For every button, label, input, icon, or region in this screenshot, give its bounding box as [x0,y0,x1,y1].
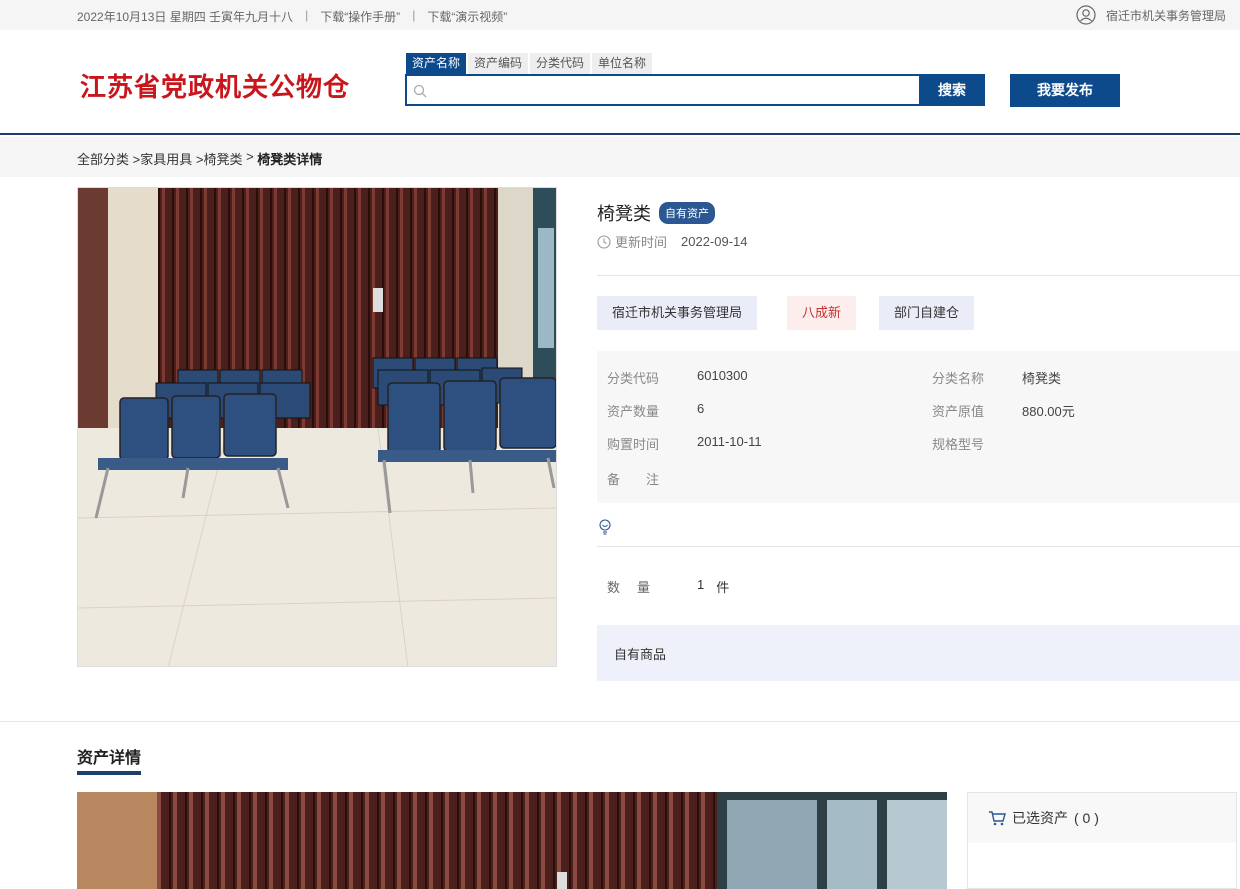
breadcrumb-current: 椅凳类详情 [257,152,323,167]
tag-warehouse: 部门自建仓 [879,296,975,330]
search-tabs: 资产名称 资产编码 分类代码 单位名称 [406,53,653,74]
download-manual-link[interactable]: 下载“操作手册” [320,8,400,25]
spec-class-name: 分类名称 椅凳类 [932,371,1062,386]
update-time: 更新时间 2022-09-14 [597,232,748,251]
header: 江苏省党政机关公物仓 资产名称 资产编码 分类代码 单位名称 搜索 我要发布 [0,30,1240,135]
quantity-unit: 件 [716,580,730,595]
divider [0,721,1240,722]
tab-underline [77,771,141,775]
breadcrumb-separator: > [246,149,254,164]
tab-class-code[interactable]: 分类代码 [530,53,591,74]
breadcrumb-chairs[interactable]: >椅凳类 [196,149,243,168]
user-icon[interactable] [1076,5,1096,25]
search-button[interactable]: 搜索 [919,74,985,106]
breadcrumb-all-categories[interactable]: 全部分类 [77,149,129,168]
update-label: 更新时间 [615,235,668,250]
own-goods-banner: 自有商品 [597,625,1240,681]
quantity-row: 数 量 1 件 [607,577,729,596]
divider [597,275,1240,276]
download-video-link[interactable]: 下载“演示视频” [427,8,507,25]
spec-asset-quantity: 资产数量 6 [607,401,705,419]
detail-photo [77,792,947,889]
separator: | [412,8,416,22]
top-bar: 2022年10月13日 星期四 壬寅年九月十八 | 下载“操作手册” | 下载“… [0,0,1240,30]
spec-model: 规格型号 [932,437,985,452]
spec-purchase-time: 购置时间 2011-10-11 [607,434,762,452]
divider [597,546,1240,547]
update-value: 2022-09-14 [681,234,748,249]
publish-button[interactable]: 我要发布 [1010,74,1120,107]
spec-class-code: 分类代码 6010300 [607,368,748,386]
quantity-label: 数 量 [607,580,653,595]
search-input[interactable] [433,76,913,104]
spec-original-value: 资产原值 880.00元 [932,404,1075,419]
cart-icon [989,811,1006,826]
tag-organization: 宿迁市机关事务管理局 [597,296,758,330]
selected-assets-count: ( 0 ) [1074,810,1099,826]
asset-badge: 自有资产 [659,202,715,224]
product-name: 椅凳类 [597,204,651,224]
breadcrumb: 全部分类 >家具用具 >椅凳类 > 椅凳类详情 [0,137,1240,177]
product-title: 椅凳类 自有资产 [597,200,715,226]
selected-assets-panel: 已选资产 ( 0 ) [967,792,1237,889]
clock-icon [597,234,611,249]
quantity-value[interactable]: 1 [697,577,704,596]
tab-unit-name[interactable]: 单位名称 [592,53,653,74]
separator: | [305,8,309,22]
product-photo[interactable] [77,187,557,667]
tab-asset-code[interactable]: 资产编码 [468,53,529,74]
spec-remark: 备 注 [607,472,660,487]
breadcrumb-furniture[interactable]: >家具用具 [133,149,193,168]
section-title-details[interactable]: 资产详情 [77,744,141,768]
selected-assets-label: 已选资产 [1012,810,1068,826]
lightbulb-icon[interactable] [598,519,612,535]
tab-asset-name[interactable]: 资产名称 [406,53,467,74]
site-logo[interactable]: 江苏省党政机关公物仓 [80,67,350,104]
current-date: 2022年10月13日 星期四 壬寅年九月十八 [77,10,294,24]
spec-table: 分类代码 6010300 分类名称 椅凳类 资产数量 6 资产原值 880.00… [597,351,1240,503]
tag-condition: 八成新 [787,296,857,330]
search-icon [413,84,427,98]
selected-assets-header[interactable]: 已选资产 ( 0 ) [968,793,1236,843]
org-name[interactable]: 宿迁市机关事务管理局 [1106,7,1226,24]
search-box [405,74,921,106]
